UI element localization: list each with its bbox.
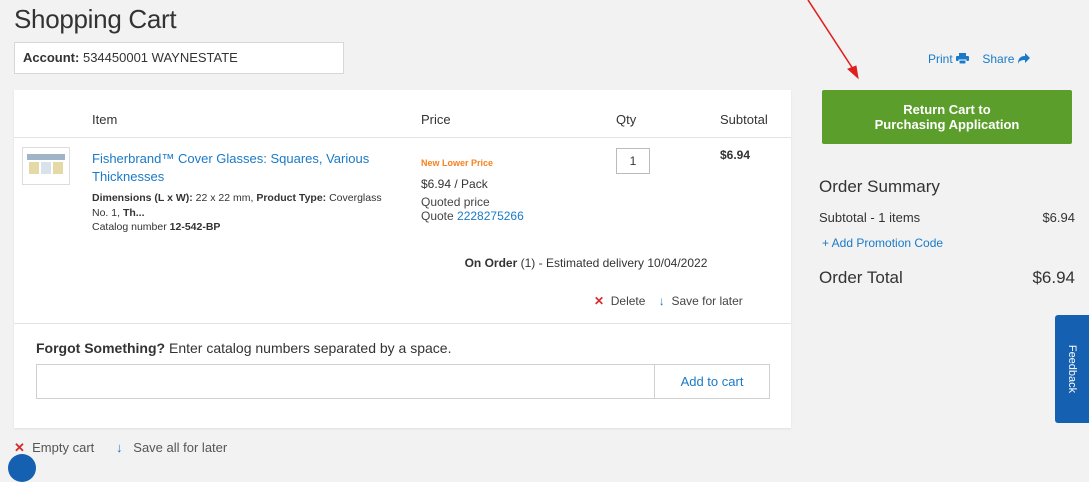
close-icon: ✕ [14, 440, 25, 455]
header-price: Price [421, 112, 451, 127]
printer-icon [956, 53, 970, 65]
feedback-tab[interactable]: Feedback [1055, 315, 1089, 423]
header-item: Item [92, 112, 118, 127]
page-title: Shopping Cart [14, 4, 177, 34]
line-subtotal: $6.94 [720, 148, 751, 162]
summary-subtotal-row: Subtotal - 1 items $6.94 [819, 210, 1075, 225]
catalog-numbers-input[interactable]: Add to cart [36, 364, 770, 399]
save-for-later-button[interactable]: ↓ Save for later [659, 294, 743, 308]
product-specs: Dimensions (L x W): 22 x 22 mm, Product … [92, 192, 382, 219]
order-total-row: Order Total $6.94 [819, 268, 1075, 287]
cart-bottom-actions: ✕ Empty cart ↓ Save all for later [14, 440, 227, 456]
quote-info: Quoted price Quote 2228275266 [421, 195, 524, 223]
forgot-divider [14, 323, 791, 324]
order-total-value: $6.94 [1032, 268, 1075, 287]
delete-button[interactable]: ✕ Delete [594, 294, 645, 308]
arrow-down-icon: ↓ [115, 440, 123, 455]
account-box: Account: 534450001 WAYNESTATE [14, 42, 344, 74]
share-link[interactable]: Share [982, 52, 1030, 66]
forgot-something-text: Forgot Something? Enter catalog numbers … [36, 340, 452, 356]
item-actions: ✕ Delete ↓ Save for later [594, 294, 743, 308]
add-to-cart-button[interactable]: Add to cart [654, 365, 769, 398]
chat-widget-icon[interactable] [8, 454, 36, 482]
header-subtotal: Subtotal [720, 112, 768, 127]
header-qty: Qty [616, 112, 637, 127]
save-all-for-later-button[interactable]: ↓ Save all for later [116, 440, 227, 455]
return-cart-button[interactable]: Return Cart to Purchasing Application [822, 90, 1072, 144]
order-summary-title: Order Summary [819, 177, 940, 196]
product-thumbnail[interactable] [22, 147, 70, 185]
close-icon: ✕ [594, 294, 605, 308]
quantity-input[interactable]: 1 [616, 148, 650, 174]
unit-price: $6.94 / Pack [421, 177, 488, 191]
summary-subtotal-value: $6.94 [1042, 210, 1075, 225]
share-icon [1017, 53, 1030, 64]
arrow-down-icon: ↓ [658, 294, 665, 308]
quote-number-link[interactable]: 2228275266 [457, 209, 524, 223]
account-label: Account: [23, 50, 80, 65]
header-divider [14, 137, 791, 138]
print-link[interactable]: Print [928, 52, 970, 66]
print-share-tools: Print Share [928, 52, 1030, 66]
product-title-link[interactable]: Fisherbrand™ Cover Glasses: Squares, Var… [92, 150, 392, 186]
add-promo-code-link[interactable]: + Add Promotion Code [822, 236, 943, 250]
account-value: 534450001 WAYNESTATE [82, 50, 238, 65]
catalog-number: Catalog number 12-542-BP [92, 221, 221, 233]
cart-panel: Item Price Qty Subtotal Fisherbrand™ Cov… [14, 90, 791, 428]
product-image-icon [27, 154, 65, 174]
empty-cart-button[interactable]: ✕ Empty cart [14, 440, 94, 455]
delivery-status: On Order (1) - Estimated delivery 10/04/… [464, 256, 708, 270]
new-lower-price-badge: New Lower Price [421, 158, 494, 168]
